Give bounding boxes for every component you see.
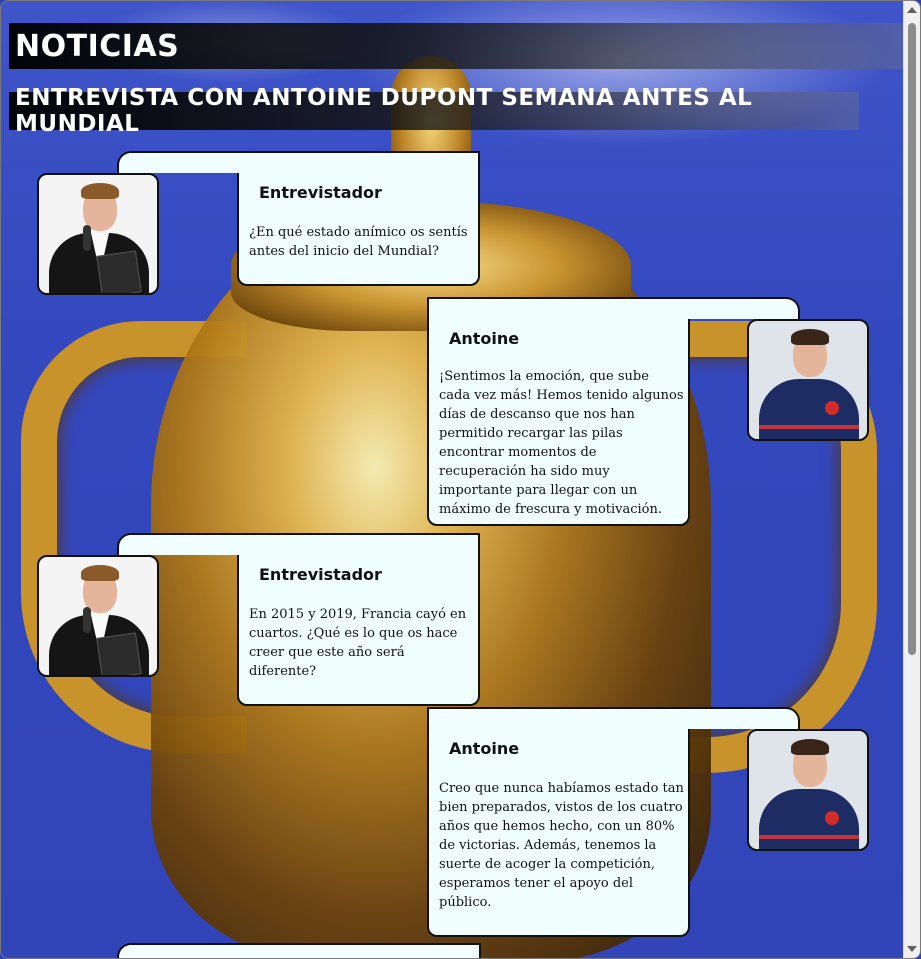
player-hair: [791, 329, 829, 345]
scrollbar-thumb[interactable]: [908, 23, 916, 655]
microphone-icon: [83, 607, 91, 633]
microphone-icon: [83, 225, 91, 251]
interview-bubble-4: Antoine Creo que nunca habíamos estado t…: [427, 707, 800, 937]
article-subtitle: ENTREVISTA CON ANTOINE DUPONT SEMANA ANT…: [9, 85, 859, 137]
bubble-tab: [688, 707, 800, 729]
interview-bubble-1: Entrevistador ¿En qué estado anímico os …: [117, 151, 480, 286]
speaker-text: ¿En qué estado anímico os sentís antes d…: [249, 225, 468, 259]
player-jersey: [759, 789, 859, 849]
clipboard-icon: [96, 250, 142, 293]
player-hair: [791, 739, 829, 755]
bubble-tab: [117, 151, 241, 173]
bubble-tab: [117, 533, 241, 555]
speaker-name: Antoine: [449, 739, 520, 758]
interview-bubble-3: Entrevistador En 2015 y 2019, Francia ca…: [117, 533, 480, 706]
jersey-stripe: [759, 425, 859, 429]
speaker-name: Antoine: [449, 329, 520, 348]
clipboard-icon: [96, 632, 142, 675]
interviewer-hair: [81, 565, 119, 581]
rooster-badge-icon: [825, 401, 839, 415]
speaker-text: ¡Sentimos la emoción, que sube cada vez …: [439, 369, 684, 517]
scroll-down-arrow-icon[interactable]: [907, 946, 917, 952]
jersey-stripe: [759, 835, 859, 839]
speaker-text: Creo que nunca habíamos estado tan bien …: [439, 781, 684, 910]
speaker-text: En 2015 y 2019, Francia cayó en cuartos.…: [249, 607, 467, 679]
interview-bubble-2: Antoine ¡Sentimos la emoción, que sube c…: [427, 297, 800, 526]
interview-bubble-5-partial: [117, 943, 481, 958]
vertical-scrollbar[interactable]: [903, 1, 920, 958]
rooster-badge-icon: [825, 811, 839, 825]
page-title: NOTICIAS: [9, 23, 905, 69]
speaker-name: Entrevistador: [259, 565, 382, 584]
interviewer-avatar: [37, 555, 159, 677]
bubble-tab: [688, 297, 800, 319]
antoine-avatar: [747, 319, 869, 441]
scroll-up-arrow-icon[interactable]: [907, 7, 917, 13]
interviewer-avatar: [37, 173, 159, 295]
interviewer-hair: [81, 183, 119, 199]
speaker-name: Entrevistador: [259, 183, 382, 202]
antoine-avatar: [747, 729, 869, 851]
player-jersey: [759, 379, 859, 439]
browser-viewport: NOTICIAS ENTREVISTA CON ANTOINE DUPONT S…: [0, 0, 921, 959]
